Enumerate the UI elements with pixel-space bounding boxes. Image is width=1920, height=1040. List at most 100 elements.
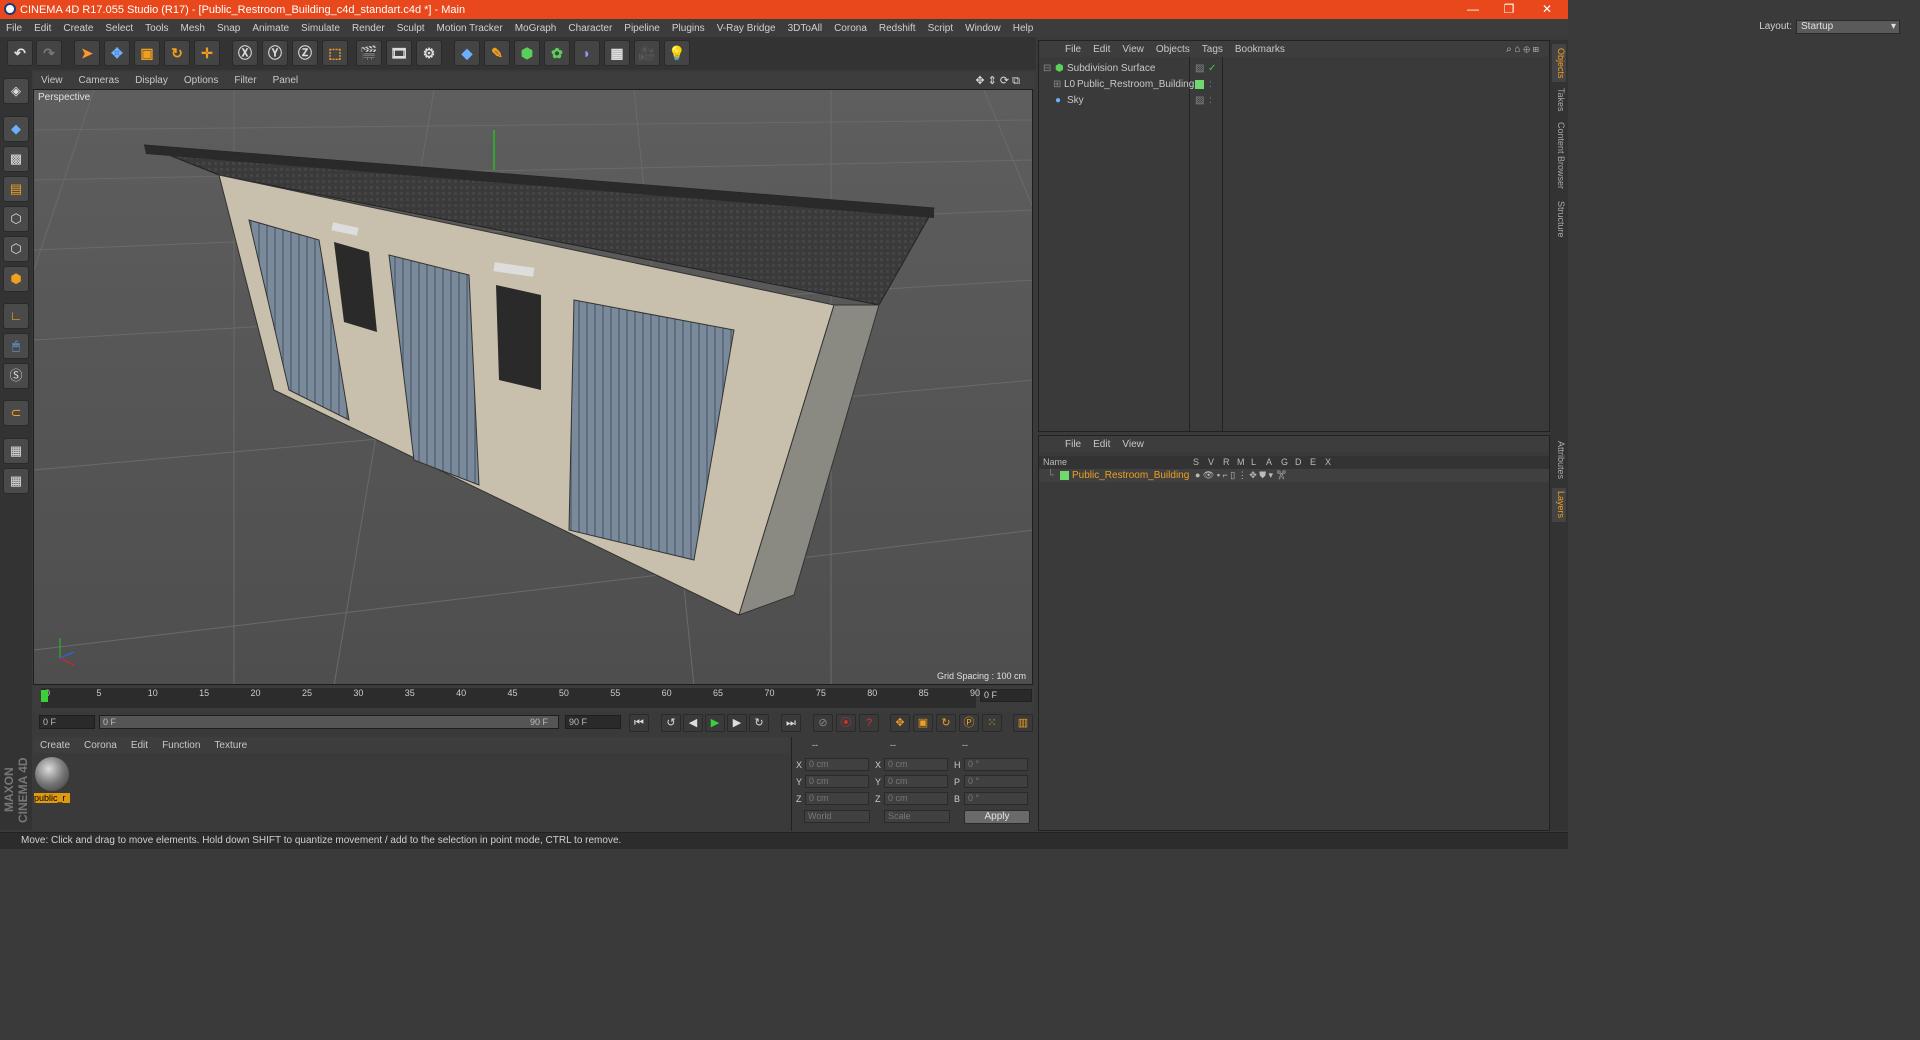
workplane-lock-icon[interactable]: ▦ xyxy=(3,438,29,464)
object-row-public-restroom-building[interactable]: ⊞ L0 Public_Restroom_Building : xyxy=(1041,77,1548,92)
tab-content-browser[interactable]: Content Browser xyxy=(1552,120,1566,192)
menu-sculpt[interactable]: Sculpt xyxy=(391,23,431,34)
key-scale-icon[interactable]: ▣ xyxy=(913,714,933,732)
light-icon[interactable]: 💡 xyxy=(664,40,690,66)
undo-button[interactable]: ↶ xyxy=(7,40,33,66)
key-rotation-icon[interactable]: ↻ xyxy=(936,714,956,732)
col-animation[interactable]: A xyxy=(1266,456,1272,469)
size-z-field[interactable]: 0 cm xyxy=(884,792,948,805)
menu-simulate[interactable]: Simulate xyxy=(295,23,346,34)
viewport-menu-options[interactable]: Options xyxy=(176,75,226,86)
layer-menu-file[interactable]: File xyxy=(1059,439,1087,450)
menu-tools[interactable]: Tools xyxy=(139,23,174,34)
key-position-icon[interactable]: ✥ xyxy=(890,714,910,732)
record-keys-icon[interactable]: ⊘ xyxy=(813,714,833,732)
layer-menu-view[interactable]: View xyxy=(1116,439,1150,450)
floor-icon[interactable]: ▦ xyxy=(604,40,630,66)
menu-select[interactable]: Select xyxy=(99,23,139,34)
object-row-sky[interactable]: ● Sky ▨ : xyxy=(1041,93,1548,108)
deformer-icon[interactable]: ◗ xyxy=(574,40,600,66)
model-mode-icon[interactable]: ◆ xyxy=(3,116,29,142)
polygons-mode-icon[interactable]: ⬢ xyxy=(3,266,29,292)
move-tool-icon[interactable]: ✥ xyxy=(104,40,130,66)
enabled-check-icon[interactable]: ✓ xyxy=(1208,61,1216,76)
go-to-start-icon[interactable]: ⏮ xyxy=(629,714,649,732)
transform-tool-icon[interactable]: ✛ xyxy=(194,40,220,66)
col-solo[interactable]: S xyxy=(1193,456,1199,469)
pos-x-field[interactable]: 0 cm xyxy=(805,758,869,771)
menu-redshift[interactable]: Redshift xyxy=(873,23,922,34)
obj-menu-file[interactable]: File xyxy=(1059,44,1087,55)
tab-attributes[interactable]: Attributes xyxy=(1552,436,1566,484)
obj-menu-edit[interactable]: Edit xyxy=(1087,44,1116,55)
keyframe-selection-icon[interactable]: ? xyxy=(859,714,879,732)
select-tool-icon[interactable]: ➤ xyxy=(74,40,100,66)
menu-vray-bridge[interactable]: V-Ray Bridge xyxy=(711,23,782,34)
apply-button[interactable]: Apply xyxy=(964,810,1030,824)
material-menu-edit[interactable]: Edit xyxy=(124,740,155,751)
current-frame-field[interactable]: 0 F xyxy=(980,689,1032,702)
menu-mesh[interactable]: Mesh xyxy=(175,23,211,34)
points-mode-icon[interactable]: ⬡ xyxy=(3,206,29,232)
layer-flag-icons[interactable]: ● 👁 ▪ ⌐ ▯ ⋮ ✥ ⛊ ▾ ✂ xyxy=(1195,469,1287,482)
col-manager[interactable]: M xyxy=(1237,456,1245,469)
layer-row[interactable]: └ Public_Restroom_Building ● 👁 ▪ ⌐ ▯ ⋮ ✥… xyxy=(1039,469,1549,482)
playhead[interactable] xyxy=(41,690,48,702)
start-frame-field[interactable]: 0 F xyxy=(39,715,95,729)
col-view[interactable]: V xyxy=(1208,456,1214,469)
menu-animate[interactable]: Animate xyxy=(246,23,295,34)
coordinate-system-icon[interactable]: ⬚ xyxy=(322,40,348,66)
menu-mograph[interactable]: MoGraph xyxy=(509,23,563,34)
menu-plugins[interactable]: Plugins xyxy=(666,23,711,34)
menu-corona[interactable]: Corona xyxy=(828,23,873,34)
tab-structure[interactable]: Structure xyxy=(1552,198,1566,240)
camera-icon[interactable]: 🎥 xyxy=(634,40,660,66)
menu-snap[interactable]: Snap xyxy=(211,23,246,34)
redo-button[interactable]: ↷ xyxy=(36,40,62,66)
coordinate-space-dropdown[interactable]: World xyxy=(804,810,870,823)
size-y-field[interactable]: 0 cm xyxy=(884,775,948,788)
menu-3dtoall[interactable]: 3DToAll xyxy=(782,23,828,34)
scale-tool-icon[interactable]: ▣ xyxy=(134,40,160,66)
col-deformers[interactable]: D xyxy=(1295,456,1302,469)
pos-z-field[interactable]: 0 cm xyxy=(805,792,869,805)
x-axis-lock-icon[interactable]: Ⓧ xyxy=(232,40,258,66)
rot-h-field[interactable]: 0 ° xyxy=(964,758,1028,771)
material-menu-function[interactable]: Function xyxy=(155,740,207,751)
material-name[interactable]: public_r xyxy=(34,793,70,803)
layer-menu-edit[interactable]: Edit xyxy=(1087,439,1116,450)
viewport-menu-cameras[interactable]: Cameras xyxy=(71,75,128,86)
menu-script[interactable]: Script xyxy=(922,23,960,34)
menu-create[interactable]: Create xyxy=(57,23,99,34)
col-render[interactable]: R xyxy=(1223,456,1230,469)
object-row-subdivision-surface[interactable]: ⊟ ⬢ Subdivision Surface ▨ ✓ xyxy=(1041,61,1548,76)
close-button[interactable]: ✕ xyxy=(1532,0,1562,19)
obj-menu-bookmarks[interactable]: Bookmarks xyxy=(1229,44,1291,55)
rot-p-field[interactable]: 0 ° xyxy=(964,775,1028,788)
col-xref[interactable]: X xyxy=(1325,456,1331,469)
expand-icon[interactable]: ⊞ xyxy=(1053,77,1061,92)
make-editable-icon[interactable]: ◈ xyxy=(3,78,29,104)
viewport-menu-view[interactable]: View xyxy=(33,75,71,86)
visibility-dots-icon[interactable]: : xyxy=(1209,77,1212,92)
cloner-icon[interactable]: ✿ xyxy=(544,40,570,66)
previous-frame-icon[interactable]: ◀ xyxy=(683,714,703,732)
cube-object-icon[interactable]: ◆ xyxy=(454,40,480,66)
render-view-icon[interactable]: 🎬 xyxy=(356,40,382,66)
material-menu-texture[interactable]: Texture xyxy=(207,740,254,751)
menu-edit[interactable]: Edit xyxy=(28,23,57,34)
timeline[interactable]: 051015202530354045505560657075808590 0 F xyxy=(33,686,1034,711)
render-picture-viewer-icon[interactable]: 🎞 xyxy=(386,40,412,66)
snap-magnet-icon[interactable]: ⊂ xyxy=(3,400,29,426)
solo-mode-icon[interactable]: Ⓢ xyxy=(3,363,29,389)
visibility-dots-icon[interactable]: : xyxy=(1209,93,1212,108)
go-to-end-icon[interactable]: ⏭ xyxy=(781,714,801,732)
pos-y-field[interactable]: 0 cm xyxy=(805,775,869,788)
obj-menu-view[interactable]: View xyxy=(1116,44,1150,55)
tab-layers[interactable]: Layers xyxy=(1552,488,1566,522)
viewport-menu-display[interactable]: Display xyxy=(127,75,176,86)
texture-mode-icon[interactable]: ▩ xyxy=(3,146,29,172)
play-icon[interactable]: ▶ xyxy=(705,714,725,732)
timeline-window-icon[interactable]: ▥ xyxy=(1013,714,1033,732)
viewport-nav-icons[interactable]: ✥ ⇕ ⟳ ⧉ xyxy=(967,74,1028,88)
